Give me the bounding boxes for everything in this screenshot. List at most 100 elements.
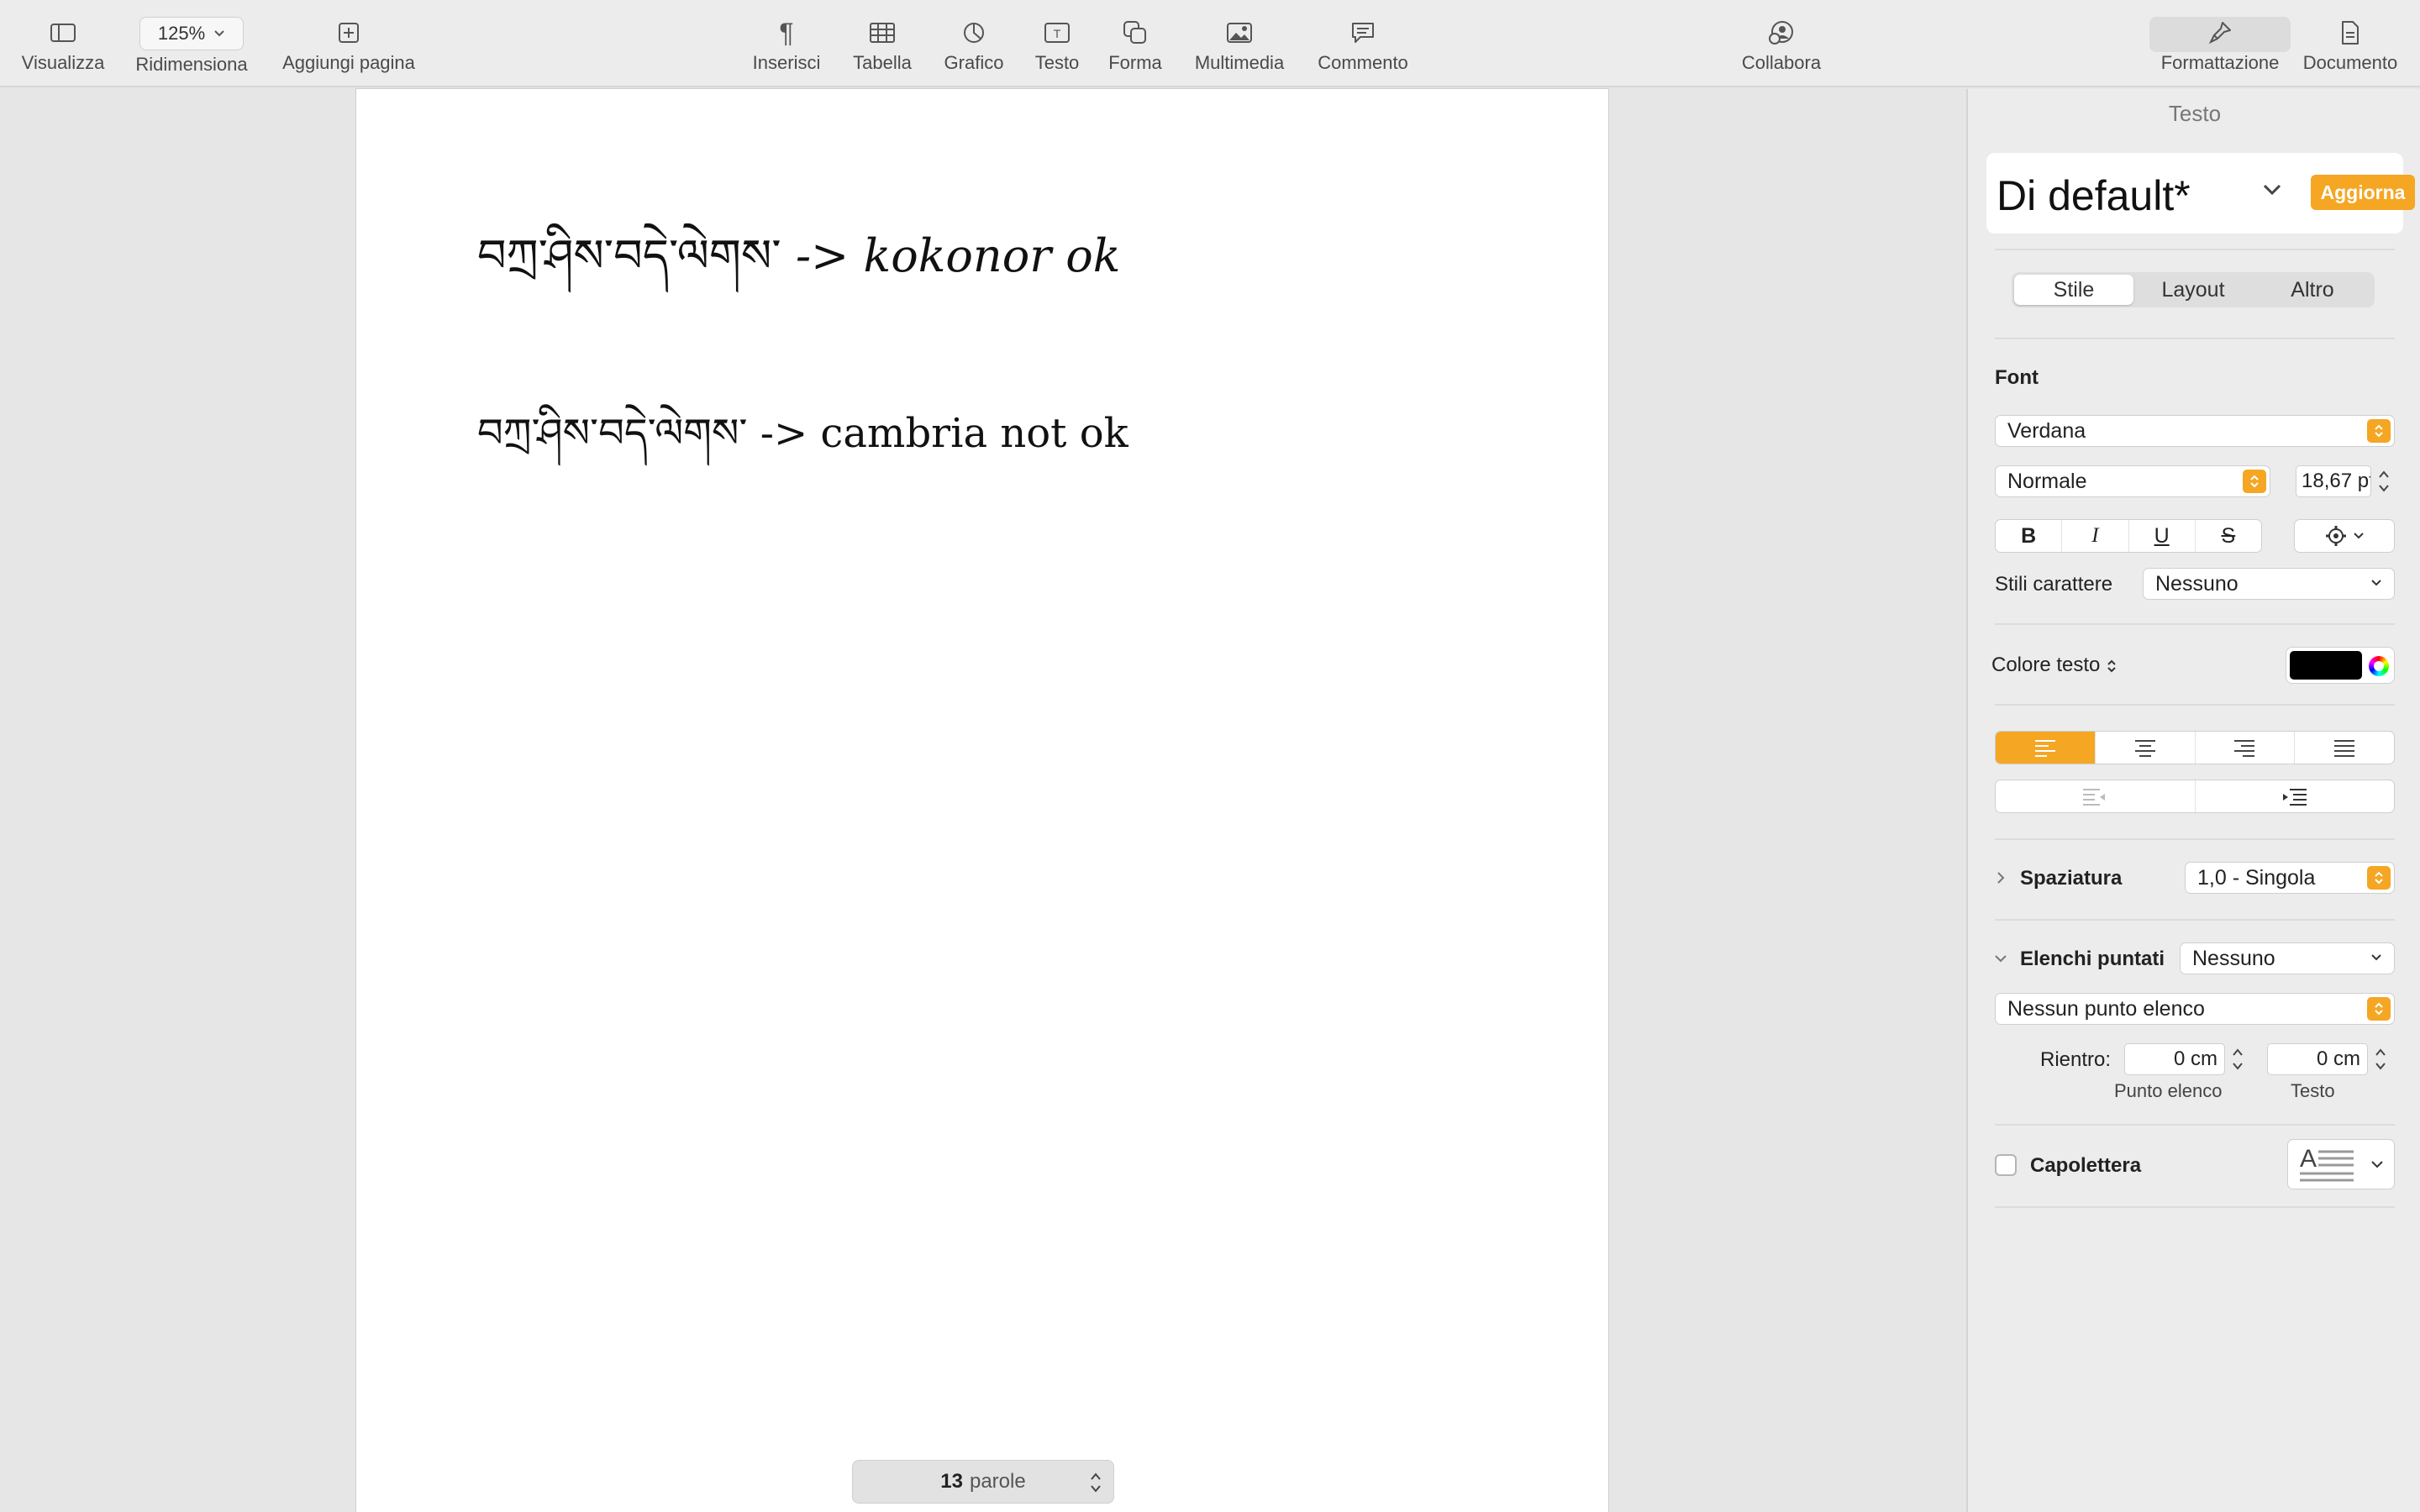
chevron-down-icon[interactable] [1993,953,2008,964]
document-label: Documento [2302,52,2398,73]
stepper-icon [2107,659,2116,673]
divider [1995,1124,2395,1126]
tab-layout[interactable]: Layout [2133,275,2253,305]
word-count-button[interactable]: 13 parole [852,1460,1114,1504]
font-size-field[interactable]: 18,67 pt [2296,465,2371,497]
bullets-value: Nessuno [2192,946,2275,970]
shape-icon [1123,15,1148,50]
word-count-unit: parole [969,1470,1026,1493]
align-center-button[interactable] [2096,732,2196,764]
dropcap-checkbox[interactable] [1995,1154,2017,1176]
media-button[interactable]: Multimedia [1185,15,1294,82]
dropcap-style-select[interactable]: A [2287,1139,2395,1189]
chevron-down-icon [2371,954,2381,961]
stepper-icon [1091,1473,1101,1493]
update-style-button[interactable]: Aggiorna [2311,175,2415,210]
text-style-buttons: B I U S [1995,519,2262,553]
chart-icon [962,15,986,50]
view-button[interactable]: Visualizza [17,15,109,82]
font-size-stepper-icon[interactable] [2376,465,2391,497]
char-styles-select[interactable]: Nessuno [2143,568,2395,600]
divider [1995,704,2395,706]
dropcap-label: Capolettera [2030,1154,2142,1177]
zoom-select[interactable]: 125% [139,17,244,50]
font-weight-select[interactable]: Normale [1995,465,2270,497]
svg-text:A: A [2300,1145,2317,1173]
underline-button[interactable]: U [2129,520,2196,552]
document-line-1[interactable]: བཀྲ་ཤིས་བདེ་ལེགས་ -> kokonor ok [477,205,1120,333]
divider [1995,1206,2395,1208]
zoom-button[interactable]: 125% Ridimensiona [131,15,252,82]
chevron-down-icon [214,30,224,37]
font-family-select[interactable]: Verdana [1995,415,2395,447]
add-page-button[interactable]: Aggiungi pagina [277,15,420,82]
gear-icon [2326,526,2346,546]
chevron-down-icon [2354,533,2364,539]
zoom-value: 125% [157,23,206,44]
italic-button[interactable]: I [2062,520,2129,552]
chart-button[interactable]: Grafico [936,15,1012,82]
paragraph-style-box[interactable]: Di default* Aggiorna [1986,153,2415,234]
bullets-label[interactable]: Elenchi puntati [2020,948,2165,971]
document-line-2[interactable]: བཀྲ་ཤིས་བདེ་ལེགས་ -> cambria not ok [477,388,1128,501]
align-left-button[interactable] [1996,732,2096,764]
format-button[interactable]: Formattazione [2153,15,2287,82]
indent-label: Rientro: [2040,1048,2112,1071]
decrease-indent-icon [2083,789,2106,806]
zoom-label: Ridimensiona [135,54,248,75]
align-right-button[interactable] [2196,732,2296,764]
dropcap-icon: A [2300,1145,2383,1182]
tab-style[interactable]: Stile [2014,275,2133,305]
chevron-down-icon [2371,580,2381,586]
tab-more[interactable]: Altro [2253,275,2372,305]
stepper-icon [2367,419,2391,443]
document-button[interactable]: Documento [2296,15,2405,82]
spacing-label[interactable]: Spaziatura [2020,867,2122,890]
comment-button[interactable]: Commento [1311,15,1415,82]
latin-text-1: -> kokonor ok [795,229,1121,282]
text-color-label[interactable]: Colore testo [1991,654,2118,677]
text-color-label-text: Colore testo [1991,654,2101,676]
text-color-well[interactable] [2286,647,2395,684]
collaborate-button[interactable]: Collabora [1731,15,1832,82]
comment-label: Commento [1318,52,1408,73]
shape-button[interactable]: Forma [1102,15,1168,82]
indent-text-stepper-icon[interactable] [2373,1043,2388,1075]
increase-indent-button[interactable] [2196,780,2395,812]
strikethrough-button[interactable]: S [2196,520,2261,552]
latin-text-2: -> cambria not ok [760,410,1128,457]
color-wheel-icon[interactable] [2369,656,2389,676]
chevron-right-icon[interactable] [1995,870,2007,885]
advanced-options-button[interactable] [2294,519,2395,553]
paragraph-style-name: Di default* [1996,172,2191,219]
divider [1995,338,2395,339]
bullet-type-select[interactable]: Nessun punto elenco [1995,993,2395,1025]
chevron-down-icon[interactable] [2262,183,2282,197]
spacing-select[interactable]: 1,0 - Singola [2185,862,2395,894]
text-box-icon: T [1044,15,1071,50]
stepper-icon [2367,997,2391,1021]
divider [1995,623,2395,625]
bullets-select[interactable]: Nessuno [2180,942,2395,974]
color-swatch[interactable] [2290,651,2362,680]
image-icon [1226,15,1253,50]
decrease-indent-button[interactable] [1996,780,2196,812]
align-justify-button[interactable] [2295,732,2394,764]
indent-bullet-field[interactable]: 0 cm [2124,1043,2225,1075]
collaborate-label: Collabora [1741,52,1822,73]
bold-button[interactable]: B [1996,520,2063,552]
font-weight-value: Normale [2007,469,2087,493]
indent-bullet-stepper-icon[interactable] [2230,1043,2245,1075]
text-button[interactable]: T Testo [1027,15,1087,82]
toolbar: Visualizza 125% Ridimensiona Aggiungi pa… [0,0,2420,87]
insert-label: Inserisci [752,52,821,73]
view-label: Visualizza [21,52,105,73]
indent-text-field[interactable]: 0 cm [2267,1043,2368,1075]
font-label: Font [1995,366,2039,389]
indent-buttons [1995,780,2395,813]
indent-bullet-caption: Punto elenco [2114,1080,2223,1101]
indent-text-caption: Testo [2291,1080,2335,1101]
insert-button[interactable]: ¶ Inserisci [744,15,829,82]
table-button[interactable]: Tabella [844,15,921,82]
font-family-value: Verdana [2007,418,2086,443]
